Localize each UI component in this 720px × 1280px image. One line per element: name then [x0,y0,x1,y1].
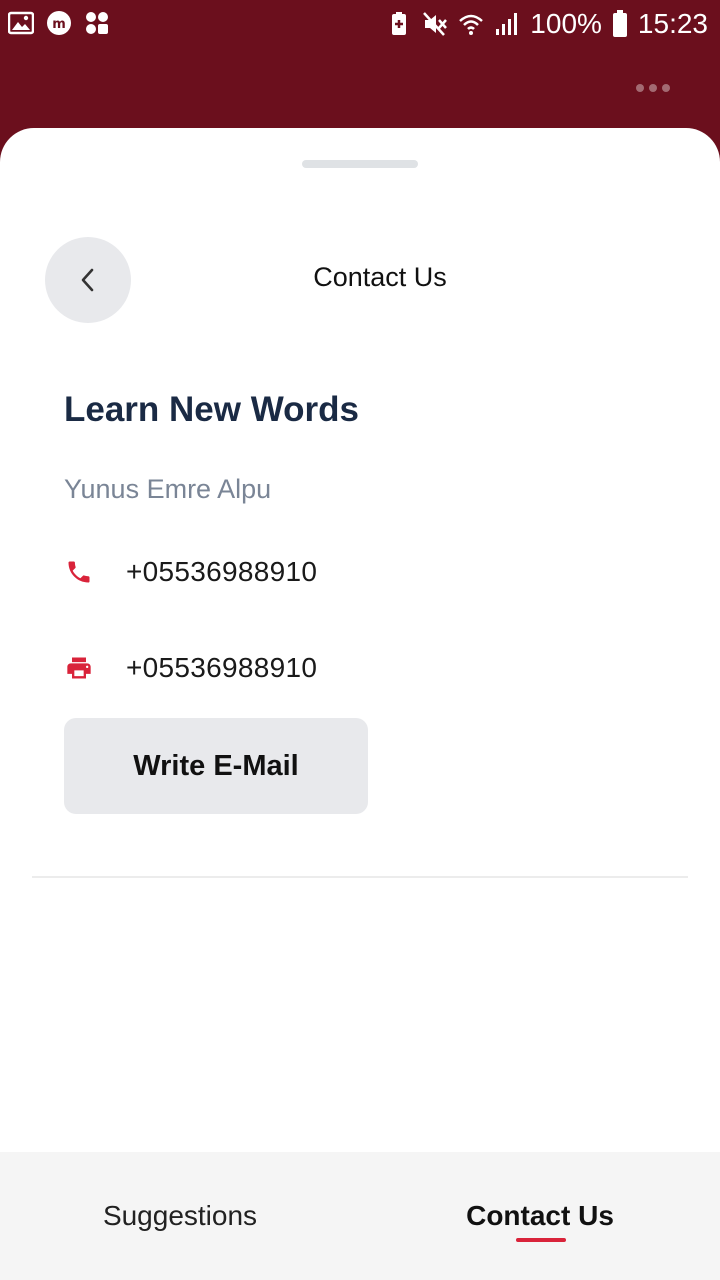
battery-icon [612,10,627,37]
signal-icon [496,13,518,35]
more-dots-icon[interactable] [636,84,670,92]
clock: 15:23 [637,8,708,39]
battery-saver-icon [392,12,407,35]
screen: m 100% 15:23 Contact Us Learn New Words … [0,0,720,1280]
m-app-icon: m [47,11,71,35]
tab-contact-us[interactable]: Contact Us [360,1152,720,1280]
mute-icon [423,12,448,36]
developer-name: Yunus Emre Alpu [64,474,272,504]
write-email-button[interactable]: Write E-Mail [64,718,368,814]
drag-handle[interactable] [302,160,418,168]
page-title: Contact Us [313,262,447,292]
battery-percent: 100% [530,8,602,39]
printer-icon [64,653,94,683]
svg-text:m: m [52,17,66,32]
phone-icon [64,557,94,587]
phone-row[interactable]: +05536988910 [64,556,317,588]
wifi-icon [459,14,484,35]
active-tab-indicator [516,1238,566,1242]
fax-row[interactable]: +05536988910 [64,652,317,684]
fax-number: +05536988910 [126,652,318,683]
tab-suggestions[interactable]: Suggestions [0,1152,360,1280]
divider [32,876,688,878]
bottom-tab-bar: Suggestions Contact Us [0,1152,720,1280]
contact-sheet: Contact Us Learn New Words Yunus Emre Al… [0,128,720,1152]
phone-number: +05536988910 [126,556,318,587]
gallery-icon [8,11,34,35]
status-bar: m 100% 15:23 [0,0,720,52]
shortcut-icon [86,12,108,34]
app-name: Learn New Words [64,390,359,429]
